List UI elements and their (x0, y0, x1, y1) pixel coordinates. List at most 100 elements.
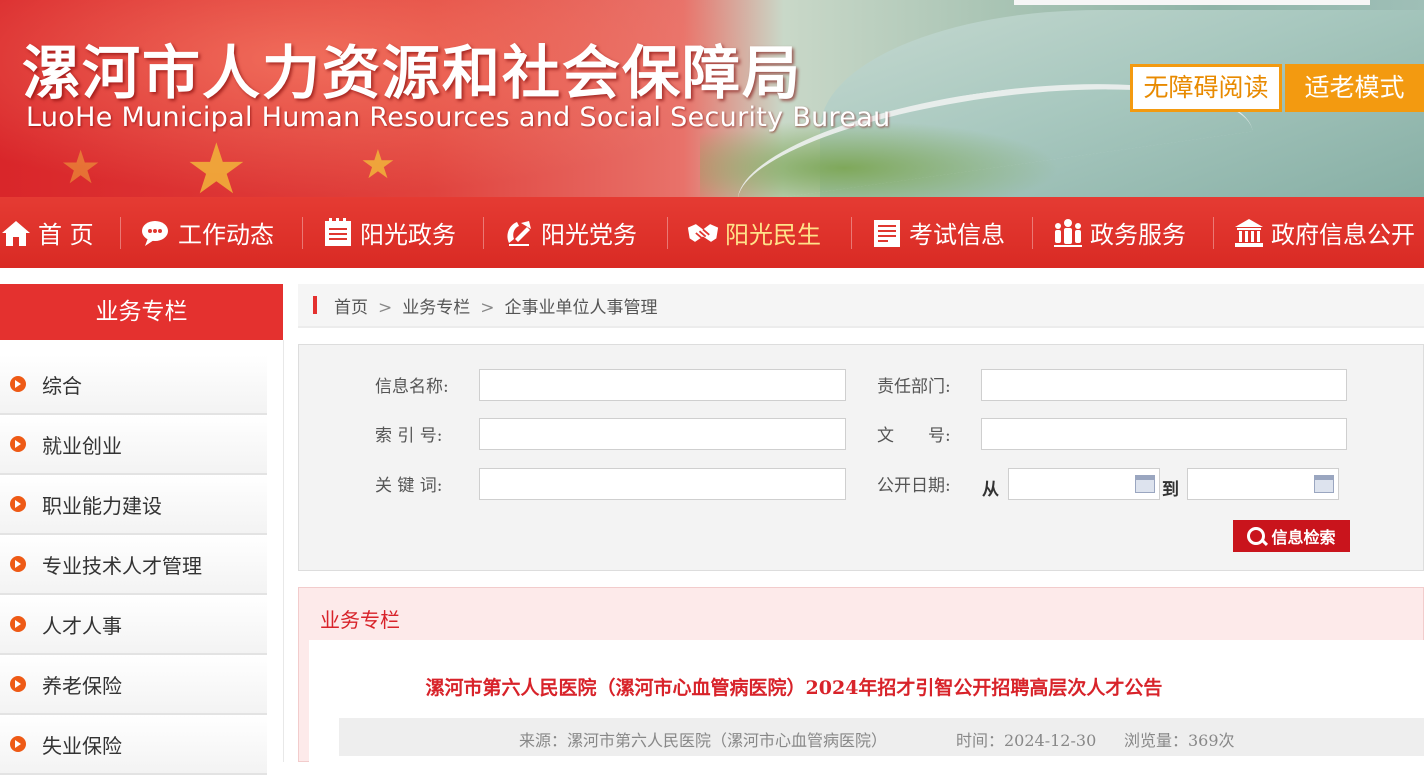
keyword-label: 关 键 词: (375, 476, 443, 496)
accessibility-reading-button[interactable]: 无障碍阅读 (1130, 64, 1282, 112)
date-from-label: 从 (982, 480, 999, 500)
sidebar-item-talent-personnel[interactable]: 人才人事 (0, 595, 267, 655)
arrow-circle-icon (10, 496, 26, 512)
nav-item-home[interactable]: 首 页 (0, 197, 94, 268)
arrow-circle-icon (10, 436, 26, 452)
nav-divider (851, 217, 852, 249)
arrow-circle-icon (10, 376, 26, 392)
breadcrumb-separator: > (378, 298, 393, 318)
sidebar-item-label: 失业保险 (42, 734, 122, 758)
home-icon (2, 220, 30, 246)
header-banner: ★ ★ ★ 漯河市人力资源和社会保障局 LuoHe Municipal Huma… (0, 0, 1424, 197)
chat-bubble-icon (142, 220, 168, 246)
article-panel: 漯河市第六人民医院（漯河市心血管病医院）2024年招才引智公开招聘高层次人才公告… (309, 640, 1424, 763)
info-name-label: 信息名称: (375, 377, 449, 397)
sidebar-item-label: 专业技术人才管理 (42, 554, 202, 578)
date-to-input[interactable] (1187, 468, 1339, 500)
government-building-icon (1235, 218, 1263, 247)
main-nav: 首 页 工作动态 阳光政务 阳光党务 阳光民生 考试信息 政务服务 政府信息公开 (0, 197, 1424, 268)
nav-item-label: 阳光民生 (725, 221, 821, 249)
date-to-label: 到 (1162, 480, 1179, 500)
nav-item-exam-info[interactable]: 考试信息 (871, 197, 1005, 268)
nav-divider (1032, 217, 1033, 249)
content-section-title: 业务专栏 (320, 608, 400, 632)
sidebar-item-employment[interactable]: 就业创业 (0, 415, 267, 475)
article-meta-bar: 来源：漯河市第六人民医院（漯河市心血管病医院） 时间：2024-12-30 浏览… (339, 718, 1424, 756)
article-views: 浏览量：369次 (1124, 731, 1235, 750)
sidebar-divider (283, 340, 284, 762)
site-subtitle: LuoHe Municipal Human Resources and Soci… (26, 102, 891, 133)
nav-item-label: 考试信息 (909, 221, 1005, 249)
document-number-input[interactable] (981, 418, 1347, 450)
breadcrumb-current[interactable]: 企事业单位人事管理 (505, 298, 658, 318)
elder-mode-button[interactable]: 适老模式 (1285, 64, 1424, 112)
sidebar-list: 综合 就业创业 职业能力建设 专业技术人才管理 人才人事 养老保险 失业保险 (0, 355, 267, 775)
article-source: 来源：漯河市第六人民医院（漯河市心血管病医院） (519, 731, 888, 750)
star-icon: ★ (360, 142, 396, 188)
breadcrumb-separator: > (480, 298, 495, 318)
search-panel: 信息名称: 责任部门: 索 引 号: 文 号: 关 键 词: 公开日期: 从 到… (298, 344, 1424, 571)
nav-item-government-affairs[interactable]: 阳光政务 (322, 197, 456, 268)
arrow-circle-icon (10, 676, 26, 692)
nav-divider (483, 217, 484, 249)
nav-item-livelihood[interactable]: 阳光民生 (687, 197, 821, 268)
nav-divider (667, 217, 668, 249)
arrow-circle-icon (10, 616, 26, 632)
document-number-label: 文 号: (877, 426, 951, 446)
index-number-label: 索 引 号: (375, 426, 443, 446)
article-time: 时间：2024-12-30 (956, 731, 1097, 750)
breadcrumb-link-home[interactable]: 首页 (334, 298, 368, 318)
sidebar-item-label: 就业创业 (42, 434, 122, 458)
site-title: 漯河市人力资源和社会保障局 (22, 39, 803, 107)
breadcrumb-trail: 首页 > 业务专栏 > 企事业单位人事管理 (334, 293, 658, 318)
calendar-icon[interactable] (1314, 475, 1334, 493)
nav-item-party-affairs[interactable]: 阳光党务 (503, 197, 637, 268)
banner-top-strip (1014, 0, 1370, 5)
sidebar-item-pension-insurance[interactable]: 养老保险 (0, 655, 267, 715)
search-button[interactable]: 信息检索 (1233, 520, 1350, 552)
department-input[interactable] (981, 369, 1347, 401)
content-section: 业务专栏 漯河市第六人民医院（漯河市心血管病医院）2024年招才引智公开招聘高层… (298, 587, 1424, 763)
exam-sheet-icon (874, 219, 900, 247)
nav-item-label: 政府信息公开 (1271, 221, 1415, 249)
party-emblem-icon (507, 220, 531, 246)
nav-item-information-disclosure[interactable]: 政府信息公开 (1233, 197, 1415, 268)
sidebar-item-label: 人才人事 (42, 614, 122, 638)
search-icon (1247, 527, 1266, 545)
keyword-input[interactable] (479, 468, 846, 500)
calendar-icon[interactable] (1135, 475, 1155, 493)
nav-item-government-services[interactable]: 政务服务 (1052, 197, 1186, 268)
handshake-icon (687, 223, 719, 242)
publish-date-label: 公开日期: (877, 476, 951, 496)
nav-divider (1213, 217, 1214, 249)
sidebar-item-label: 职业能力建设 (42, 494, 162, 518)
star-icon: ★ (60, 140, 102, 194)
sidebar-item-label: 综合 (42, 374, 82, 398)
search-button-label: 信息检索 (1271, 530, 1336, 547)
date-from-input[interactable] (1008, 468, 1160, 500)
info-name-input[interactable] (479, 369, 846, 401)
nav-item-label: 阳光党务 (541, 221, 637, 249)
arrow-circle-icon (10, 736, 26, 752)
sidebar-item-vocational-skills[interactable]: 职业能力建设 (0, 475, 267, 535)
nav-divider (120, 217, 121, 249)
breadcrumb: 首页 > 业务专栏 > 企事业单位人事管理 (298, 284, 1424, 328)
article-title[interactable]: 漯河市第六人民医院（漯河市心血管病医院）2024年招才引智公开招聘高层次人才公告 (309, 673, 1279, 700)
nav-item-label: 阳光政务 (360, 221, 456, 249)
nav-item-label: 首 页 (38, 221, 94, 249)
sidebar-title: 业务专栏 (0, 284, 283, 340)
nav-item-work-news[interactable]: 工作动态 (140, 197, 274, 268)
star-icon: ★ (185, 128, 248, 197)
sidebar-item-general[interactable]: 综合 (0, 355, 267, 415)
people-icon (1054, 218, 1082, 247)
sidebar-item-label: 养老保险 (42, 674, 122, 698)
document-list-icon (325, 217, 351, 246)
nav-divider (302, 217, 303, 249)
breadcrumb-marker (313, 296, 317, 314)
breadcrumb-link-business[interactable]: 业务专栏 (402, 298, 470, 318)
nav-item-label: 政务服务 (1090, 221, 1186, 249)
department-label: 责任部门: (877, 377, 951, 397)
index-number-input[interactable] (479, 418, 846, 450)
sidebar-item-professional-talent[interactable]: 专业技术人才管理 (0, 535, 267, 595)
sidebar-item-unemployment-insurance[interactable]: 失业保险 (0, 715, 267, 775)
